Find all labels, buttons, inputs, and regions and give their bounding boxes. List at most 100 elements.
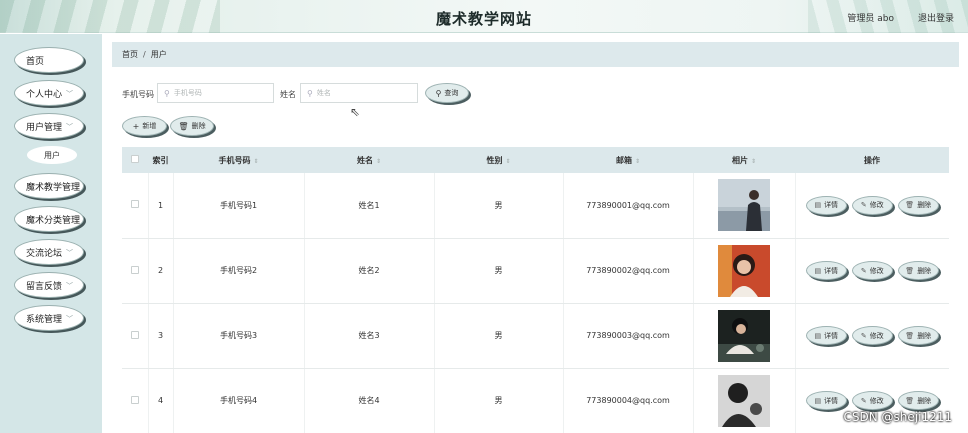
detail-button-label: 详情 (824, 331, 839, 340)
user-photo[interactable] (718, 309, 770, 362)
column-header-label: 手机号码 (218, 155, 251, 165)
sidebar-item-label: 个人中心 (26, 89, 63, 100)
breadcrumb-separator: / (143, 50, 146, 59)
sidebar-item-label: 魔术教学管理 (26, 182, 81, 193)
delete-button[interactable]: 🗑 删除 (897, 195, 939, 215)
index-cell: 2 (148, 238, 174, 304)
sidebar-item-forum[interactable]: 交流论坛 ﹀ (14, 239, 84, 265)
column-header-label: 邮箱 (615, 155, 632, 165)
sidebar-item-label: 首页 (26, 56, 45, 67)
detail-button-label: 详情 (824, 266, 839, 275)
column-header-label: 相片 (731, 155, 748, 165)
breadcrumb-home[interactable]: 首页 (122, 49, 138, 60)
document-icon: ▤ (814, 266, 822, 275)
actions-cell: ▤ 详情 ✎ 修改 🗑 删除 (795, 238, 949, 304)
site-title: 魔术教学网站 (435, 10, 532, 28)
row-select-cell (122, 368, 149, 433)
edit-button[interactable]: ✎ 修改 (851, 195, 893, 215)
row-checkbox[interactable] (130, 330, 139, 339)
row-select-cell (122, 303, 149, 369)
sidebar-item-label: 交流论坛 (26, 248, 63, 259)
phone-search-input[interactable]: ⚲ 手机号码 (157, 83, 274, 103)
sidebar-item-user-management[interactable]: 用户管理 ﹀ (14, 113, 84, 139)
logout-link[interactable]: 退出登录 (918, 11, 954, 24)
index-cell: 3 (148, 303, 174, 369)
chevron-down-icon: ﹀ (66, 249, 73, 257)
phone-cell: 手机号码2 (173, 238, 305, 304)
name-cell: 姓名3 (304, 303, 435, 369)
edit-button[interactable]: ✎ 修改 (851, 326, 893, 345)
query-button[interactable]: ⚲ 查询 (425, 83, 469, 103)
photo-cell (693, 238, 796, 304)
name-cell: 姓名4 (304, 368, 435, 433)
photo-cell (693, 303, 796, 369)
delete-button-label: 删除 (917, 201, 932, 210)
sidebar-item-magic-category[interactable]: 魔术分类管理 (14, 206, 84, 232)
table-row: 2 手机号码2 姓名2 男 773890002@qq.com ▤ 详情 ✎ 修改 🗑… (122, 238, 949, 304)
detail-button[interactable]: ▤ 详情 (805, 195, 847, 215)
pencil-icon: ✎ (860, 201, 867, 210)
name-search-input[interactable]: ⚲ 姓名 (300, 83, 418, 103)
delete-button-label: 删除 (917, 266, 932, 275)
sidebar-item-system[interactable]: 系统管理 ﹀ (14, 305, 84, 331)
row-checkbox[interactable] (130, 395, 139, 404)
column-header-index: 索引 (148, 147, 173, 173)
column-header-name[interactable]: 姓名 ⇕ (304, 147, 434, 173)
column-header-email[interactable]: 邮箱 ⇕ (563, 147, 693, 173)
column-header-label: 姓名 (356, 155, 373, 165)
batch-delete-button[interactable]: 🗑 删除 (170, 116, 214, 136)
sidebar-item-home[interactable]: 首页 (14, 47, 84, 73)
name-search-placeholder: 姓名 (316, 89, 331, 97)
edit-button-label: 修改 (869, 331, 884, 340)
pencil-icon: ✎ (860, 266, 867, 275)
email-cell: 773890002@qq.com (563, 238, 694, 304)
sidebar-item-personal-center[interactable]: 个人中心 ﹀ (14, 80, 84, 106)
pencil-icon: ✎ (860, 396, 867, 405)
actions-cell: ▤ 详情 ✎ 修改 🗑 删除 (795, 303, 949, 369)
sort-icon: ⇕ (253, 157, 259, 165)
user-photo[interactable] (718, 374, 770, 427)
phone-cell: 手机号码4 (173, 368, 305, 433)
delete-button[interactable]: 🗑 删除 (897, 391, 939, 410)
row-checkbox[interactable] (130, 200, 139, 209)
delete-button[interactable]: 🗑 删除 (897, 326, 939, 345)
edit-button[interactable]: ✎ 修改 (851, 391, 893, 410)
column-header-gender[interactable]: 性别 ⇕ (434, 147, 563, 173)
add-button[interactable]: + 新增 (122, 116, 167, 136)
breadcrumb: 首页 / 用户 (112, 42, 959, 67)
chevron-down-icon: ﹀ (66, 90, 73, 98)
trash-icon: 🗑 (905, 331, 915, 340)
user-photo[interactable] (718, 244, 770, 297)
user-photo[interactable] (718, 179, 770, 232)
row-checkbox[interactable] (130, 265, 139, 274)
detail-button[interactable]: ▤ 详情 (805, 326, 847, 345)
edit-button[interactable]: ✎ 修改 (851, 261, 893, 280)
column-header-phone[interactable]: 手机号码 ⇕ (173, 147, 304, 173)
chevron-down-icon: ﹀ (66, 282, 73, 290)
delete-button[interactable]: 🗑 删除 (897, 261, 939, 280)
detail-button-label: 详情 (824, 201, 839, 210)
detail-button[interactable]: ▤ 详情 (805, 391, 847, 410)
add-button-label: 新增 (142, 122, 157, 130)
phone-search-label: 手机号码 (122, 90, 154, 99)
batch-delete-button-label: 删除 (191, 122, 206, 130)
phone-cell: 手机号码1 (173, 173, 305, 239)
detail-button[interactable]: ▤ 详情 (805, 261, 847, 280)
select-all-cell (122, 147, 148, 173)
pencil-icon: ✎ (860, 331, 867, 340)
top-header: 魔术教学网站 管理员 abo 退出登录 (0, 0, 968, 33)
column-header-photo[interactable]: 相片 ⇕ (693, 147, 795, 173)
sidebar-item-feedback[interactable]: 留言反馈 ﹀ (14, 272, 84, 298)
trash-icon: 🗑 (905, 396, 915, 405)
sidebar-subitem-users[interactable]: 用户 (27, 146, 77, 164)
document-icon: ▤ (814, 396, 822, 405)
column-header-label: 性别 (486, 155, 503, 165)
sidebar-item-magic-teaching[interactable]: 魔术教学管理 (14, 173, 84, 199)
trash-icon: 🗑 (905, 266, 915, 275)
column-header-actions: 操作 (795, 147, 949, 173)
trash-icon: 🗑 (905, 201, 915, 210)
sort-icon: ⇕ (634, 157, 641, 165)
row-select-cell (122, 238, 149, 304)
search-icon: ⚲ (435, 88, 442, 98)
select-all-checkbox[interactable] (131, 155, 139, 163)
